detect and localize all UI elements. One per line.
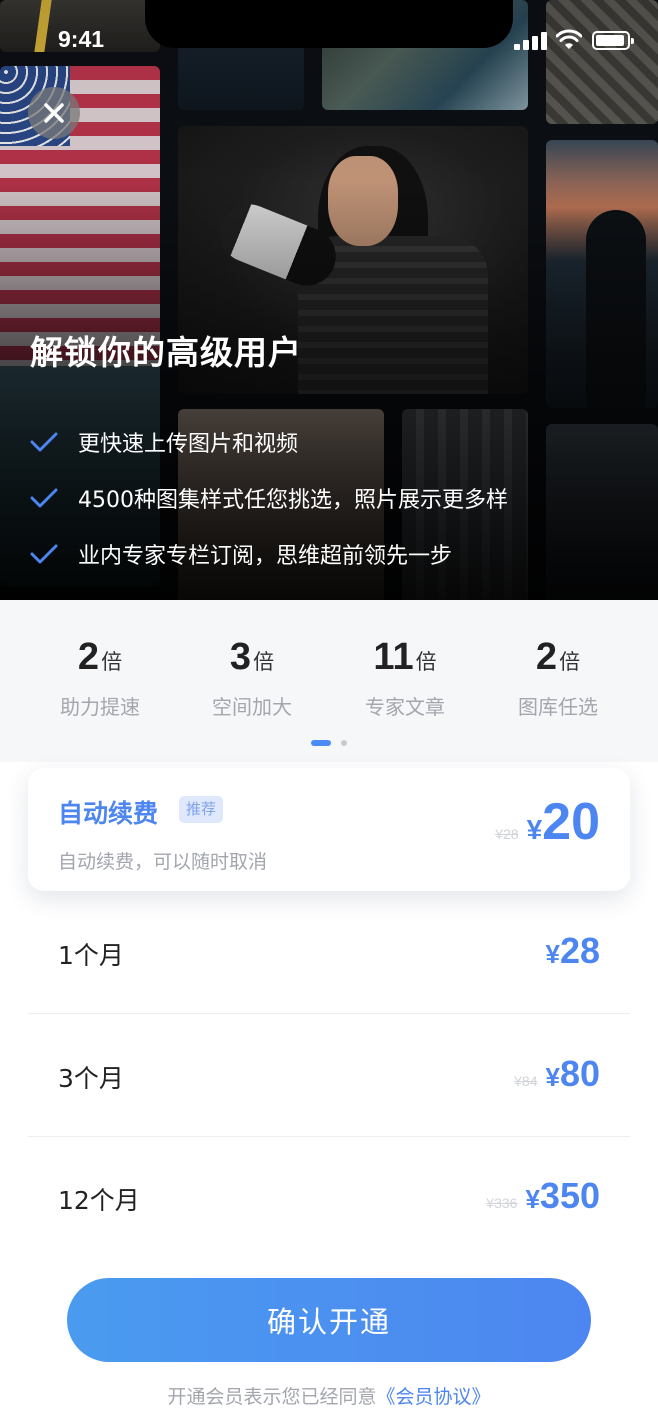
benefit-text: 4500种图集样式任您挑选，照片展示更多样	[78, 488, 508, 513]
stat-item: 3倍 空间加大	[182, 636, 322, 720]
check-icon	[30, 488, 58, 508]
plan-price: ¥28 ¥ 20	[495, 792, 600, 852]
stat-value: 2	[77, 636, 100, 678]
stat-label: 空间加大	[212, 695, 292, 719]
stat-label: 助力提速	[60, 695, 140, 719]
check-icon	[30, 432, 58, 452]
benefit-text: 业内专家专栏订阅，思维超前领先一步	[78, 544, 453, 569]
battery-icon	[592, 31, 634, 50]
plan-option-3-months[interactable]: 3个月 ¥84 ¥ 80	[28, 1015, 630, 1137]
price-value: 28	[559, 930, 600, 971]
stat-value: 3	[229, 636, 252, 678]
status-time: 9:41	[58, 26, 105, 52]
currency-symbol: ¥	[526, 814, 543, 845]
hero-banner: 解锁你的高级用户 更快速上传图片和视频 4500种图集样式任您挑选，照片展示更多…	[0, 0, 658, 600]
price-value: 350	[539, 1175, 600, 1216]
close-icon	[44, 103, 64, 123]
page-dot-active[interactable]	[311, 740, 331, 746]
benefit-item: 4500种图集样式任您挑选，照片展示更多样	[30, 470, 508, 526]
plan-option-1-month[interactable]: 1个月 ¥ 28	[28, 892, 630, 1014]
price-value: 20	[542, 793, 600, 851]
benefit-list: 更快速上传图片和视频 4500种图集样式任您挑选，照片展示更多样 业内专家专栏订…	[30, 414, 508, 582]
benefit-text: 更快速上传图片和视频	[78, 432, 299, 457]
currency-symbol: ¥	[525, 1184, 540, 1214]
stat-item: 2倍 助力提速	[30, 636, 170, 720]
original-price: ¥28	[495, 826, 519, 842]
plan-price: ¥84 ¥ 80	[514, 1053, 600, 1095]
plan-name: 自动续费	[58, 799, 159, 828]
plan-name: 12个月	[58, 1186, 140, 1215]
member-agreement-link[interactable]: 《会员协议》	[377, 1386, 491, 1408]
status-bar: 9:41	[0, 0, 658, 84]
check-icon	[30, 544, 58, 564]
original-price: ¥336	[486, 1195, 518, 1211]
stat-item: 11倍 专家文章	[335, 636, 475, 720]
stats-strip: 2倍 助力提速 3倍 空间加大 11倍 专家文章 2倍 图库任选	[0, 600, 658, 762]
hero-title: 解锁你的高级用户	[30, 333, 302, 372]
stat-value: 11	[373, 636, 414, 678]
benefit-item: 业内专家专栏订阅，思维超前领先一步	[30, 526, 508, 582]
stat-unit: 倍	[253, 650, 275, 674]
plan-option-12-months[interactable]: 12个月 ¥336 ¥ 350	[28, 1137, 630, 1259]
price-value: 80	[559, 1053, 600, 1094]
confirm-subscribe-button[interactable]: 确认开通	[67, 1278, 591, 1362]
plan-option-auto-renew[interactable]: 自动续费 推荐 自动续费，可以随时取消 ¥28 ¥ 20	[28, 768, 630, 891]
signal-icon	[514, 32, 548, 50]
stat-value: 2	[535, 636, 558, 678]
original-price: ¥84	[514, 1073, 538, 1089]
recommended-badge: 推荐	[179, 796, 224, 823]
currency-symbol: ¥	[545, 939, 560, 969]
agreement-text: 开通会员表示您已经同意	[167, 1386, 377, 1408]
plan-price: ¥ 28	[537, 930, 600, 972]
plan-name: 3个月	[58, 1064, 124, 1093]
plan-price: ¥336 ¥ 350	[486, 1175, 600, 1217]
plan-name: 1个月	[58, 941, 124, 970]
stat-unit: 倍	[559, 650, 581, 674]
benefit-item: 更快速上传图片和视频	[30, 414, 508, 470]
currency-symbol: ¥	[545, 1062, 560, 1092]
stat-unit: 倍	[101, 650, 123, 674]
close-button[interactable]	[28, 87, 80, 139]
plan-subtitle: 自动续费，可以随时取消	[58, 851, 268, 873]
wifi-icon	[556, 29, 582, 49]
agreement-notice: 开通会员表示您已经同意《会员协议》	[0, 1382, 658, 1409]
stat-unit: 倍	[415, 650, 437, 674]
stat-label: 图库任选	[518, 695, 598, 719]
page-indicator[interactable]	[311, 740, 347, 746]
stat-item: 2倍 图库任选	[488, 636, 628, 720]
stat-label: 专家文章	[365, 695, 445, 719]
page-dot[interactable]	[341, 740, 347, 746]
device-notch	[145, 0, 513, 48]
